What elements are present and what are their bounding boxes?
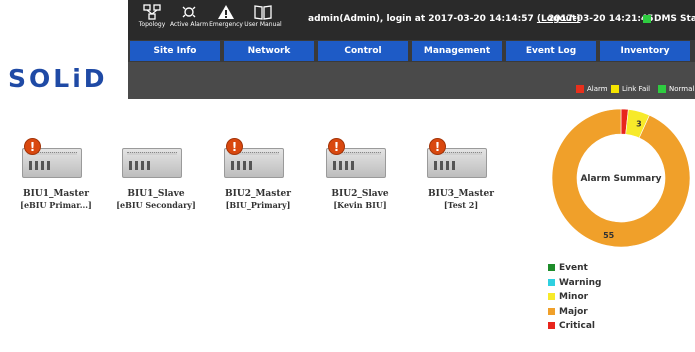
menu-site-info[interactable]: Site Info: [130, 41, 220, 61]
device-biu1-slave[interactable]: BIU1_Slave [eBIU Secondary]: [104, 136, 208, 226]
top-toolbar: Topology Active Alarm Emergency User Man…: [128, 0, 695, 40]
legend-link-fail-label: Link Fail: [622, 85, 651, 93]
device-name: BIU3_Master: [428, 189, 494, 199]
biu-device-icon: [122, 148, 182, 178]
emergency-icon: [218, 5, 234, 19]
device-description: [Test 2]: [443, 200, 479, 210]
legend-warning: Warning: [548, 278, 601, 293]
header: SOLiD Topology Active Alarm Emergency Us…: [0, 0, 695, 99]
solid-logo: SOLiD: [8, 64, 108, 93]
dms-status-label[interactable]: DMS Status: [654, 14, 695, 24]
legend-major-swatch: [548, 307, 555, 315]
menu-network[interactable]: Network: [224, 41, 314, 61]
dms-status-led: [643, 15, 651, 23]
legend-normal: Normal: [658, 83, 694, 95]
device-biu2-slave[interactable]: ! BIU2_Slave [Kevin BIU]: [308, 136, 412, 226]
legend-alarm-label: Alarm: [587, 85, 608, 93]
legend-alarm-swatch: [576, 85, 584, 93]
legend-event-label: Event: [559, 263, 588, 273]
emergency-label: Emergency: [209, 21, 243, 28]
logo-area: SOLiD: [0, 0, 128, 99]
device-name: BIU1_Slave: [127, 189, 185, 199]
alarm-warning-icon: !: [429, 138, 446, 155]
active-alarm-icon: [182, 6, 196, 18]
menu-control[interactable]: Control: [318, 41, 408, 61]
legend-minor-label: Minor: [559, 292, 589, 303]
device-description: [eBIU Primar...]: [20, 200, 92, 210]
active-alarm-label: Active Alarm: [169, 21, 209, 28]
device-description: [BIU_Primary]: [225, 200, 291, 210]
menu-management[interactable]: Management: [412, 41, 502, 61]
alarm-warning-icon: !: [328, 138, 345, 155]
topology-button[interactable]: Topology: [132, 4, 172, 38]
legend-critical-swatch: [548, 322, 555, 330]
login-status: admin(Admin), login at 2017-03-20 14:14:…: [308, 14, 580, 24]
legend-major-label: Major: [559, 306, 588, 317]
menu-event-log[interactable]: Event Log: [506, 41, 596, 61]
topology-icon: [143, 4, 161, 20]
device-name: BIU2_Slave: [331, 189, 389, 199]
user-manual-label: User Manual: [244, 21, 282, 28]
device-biu1-master[interactable]: ! BIU1_Master [eBIU Primar...]: [4, 136, 108, 226]
legend-link-fail: Link Fail: [611, 83, 650, 95]
legend-normal-label: Normal: [669, 85, 695, 93]
emergency-button[interactable]: Emergency: [206, 4, 246, 38]
alarm-warning-icon: !: [226, 138, 243, 155]
topology-view: ! BIU1_Master [eBIU Primar...] BIU1_Slav…: [0, 99, 695, 352]
status-legend: Alarm Link Fail Normal: [576, 83, 695, 95]
device-biu2-master[interactable]: ! BIU2_Master [BIU_Primary]: [206, 136, 310, 226]
device-description: [Kevin BIU]: [333, 200, 387, 210]
user-manual-button[interactable]: User Manual: [243, 4, 283, 38]
legend-link-fail-swatch: [611, 85, 619, 93]
alarm-summary-title: Alarm Summary: [580, 174, 661, 184]
legend-warning-label: Warning: [559, 277, 602, 288]
device-biu3-master[interactable]: ! BIU3_Master [Test 2]: [409, 136, 513, 226]
legend-critical-label: Critical: [559, 321, 596, 332]
device-description: [eBIU Secondary]: [116, 200, 196, 210]
alarm-severity-legend: Event Warning Minor Major Critical: [548, 263, 601, 336]
main-menu: Site Info Network Control Management Eve…: [128, 40, 695, 62]
legend-warning-swatch: [548, 278, 555, 286]
legend-event-swatch: [548, 264, 555, 271]
legend-minor-swatch: [548, 293, 555, 301]
legend-critical: Critical: [548, 321, 601, 336]
login-info: admin(Admin), login at 2017-03-20 14:14:…: [308, 14, 534, 24]
legend-minor: Minor: [548, 292, 601, 307]
legend-normal-swatch: [658, 85, 666, 93]
slice-value-major: 55: [603, 231, 615, 240]
legend-major: Major: [548, 307, 601, 322]
legend-alarm: Alarm: [576, 83, 608, 95]
topology-label: Topology: [138, 21, 166, 28]
device-name: BIU2_Master: [225, 189, 291, 199]
menu-inventory[interactable]: Inventory: [600, 41, 690, 61]
slice-value-minor: 3: [636, 119, 642, 128]
device-name: BIU1_Master: [23, 189, 89, 199]
clock: 2017-03-20 14:21:45: [548, 14, 654, 24]
legend-event: Event: [548, 263, 601, 278]
alarm-summary-chart[interactable]: Alarm Summary 3 55: [548, 103, 694, 253]
active-alarm-button[interactable]: Active Alarm: [169, 4, 209, 38]
alarm-warning-icon: !: [24, 138, 41, 155]
user-manual-icon: [254, 5, 272, 20]
